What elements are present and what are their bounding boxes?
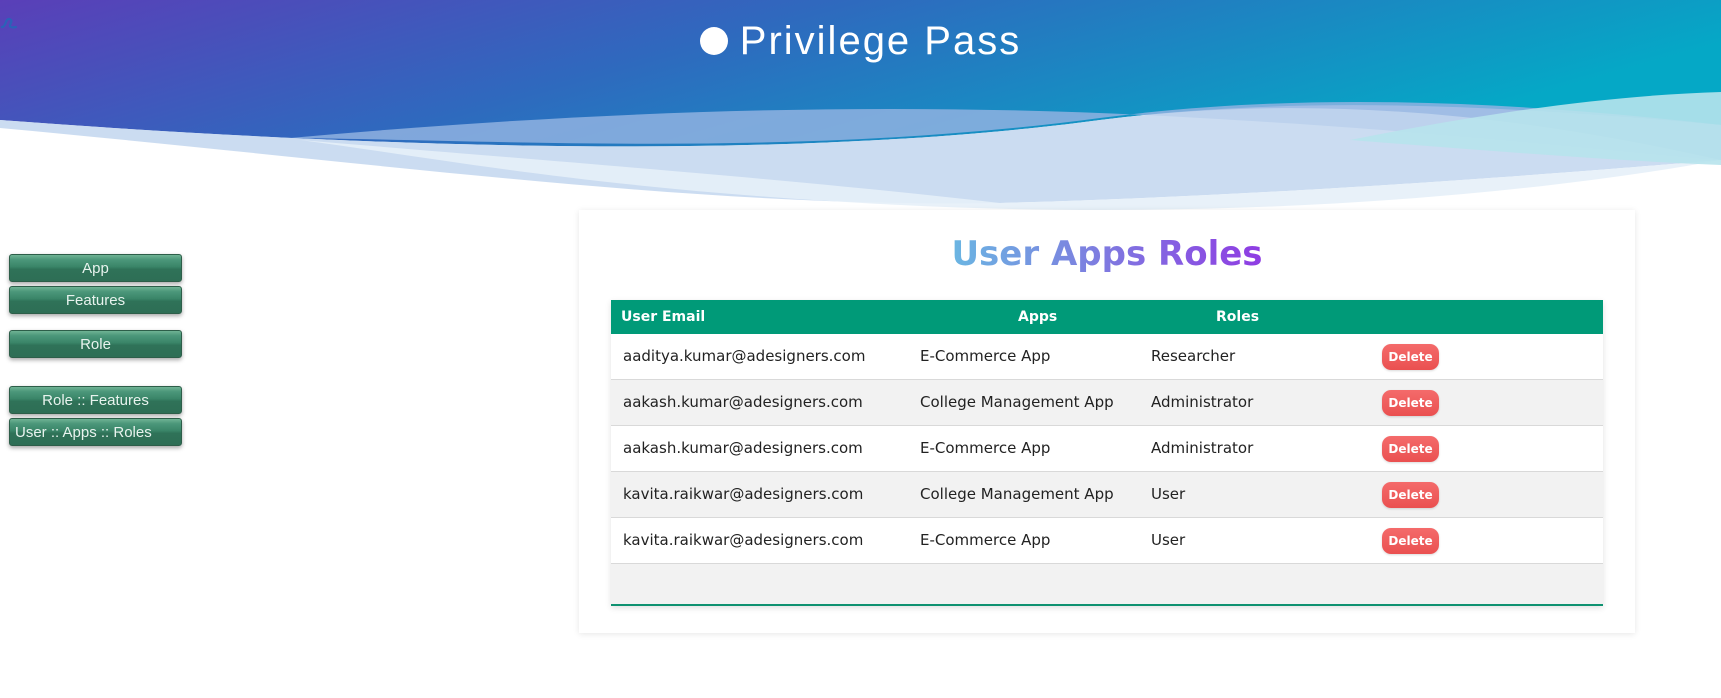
user-apps-roles-table: User Email Apps Roles aaditya.kumar@ades… bbox=[611, 300, 1603, 606]
cell-email: kavita.raikwar@adesigners.com bbox=[623, 531, 864, 549]
brand-logo-icon bbox=[0, 17, 728, 55]
delete-button[interactable]: Delete bbox=[1382, 344, 1439, 370]
header-banner: Privilege Pass bbox=[0, 0, 1721, 210]
sidebar-item-app[interactable]: App bbox=[9, 254, 182, 282]
column-header-apps: Apps bbox=[1018, 309, 1058, 325]
cell-role: User bbox=[1151, 531, 1186, 549]
table-row: aaditya.kumar@adesigners.com E-Commerce … bbox=[611, 334, 1603, 380]
table-row: kavita.raikwar@adesigners.com College Ma… bbox=[611, 472, 1603, 518]
table-footer bbox=[611, 564, 1603, 604]
sidebar-item-features[interactable]: Features bbox=[9, 286, 182, 314]
cell-role: Administrator bbox=[1151, 393, 1254, 411]
column-header-user-email: User Email bbox=[621, 309, 706, 325]
cell-email: kavita.raikwar@adesigners.com bbox=[623, 485, 864, 503]
cell-role: Researcher bbox=[1151, 347, 1236, 365]
cell-email: aakash.kumar@adesigners.com bbox=[623, 439, 863, 457]
sidebar-item-role-features[interactable]: Role :: Features bbox=[9, 386, 182, 414]
cell-role: Administrator bbox=[1151, 439, 1254, 457]
cell-app: E-Commerce App bbox=[920, 347, 1051, 365]
delete-button[interactable]: Delete bbox=[1382, 528, 1439, 554]
delete-button[interactable]: Delete bbox=[1382, 390, 1439, 416]
cell-app: College Management App bbox=[920, 393, 1114, 411]
table-header: User Email Apps Roles bbox=[611, 300, 1603, 334]
cell-role: User bbox=[1151, 485, 1186, 503]
cell-email: aakash.kumar@adesigners.com bbox=[623, 393, 863, 411]
cell-app: College Management App bbox=[920, 485, 1114, 503]
cell-app: E-Commerce App bbox=[920, 531, 1051, 549]
page-title: User Apps Roles bbox=[951, 234, 1263, 274]
column-header-roles: Roles bbox=[1216, 309, 1260, 325]
app-title: Privilege Pass bbox=[739, 18, 1022, 63]
cell-app: E-Commerce App bbox=[920, 439, 1051, 457]
delete-button[interactable]: Delete bbox=[1382, 436, 1439, 462]
brand: Privilege Pass bbox=[0, 14, 1721, 68]
sidebar-item-role[interactable]: Role bbox=[9, 330, 182, 358]
wave-logo-icon bbox=[0, 17, 18, 29]
sidebar-item-user-apps-roles[interactable]: User :: Apps :: Roles bbox=[9, 418, 182, 446]
delete-button[interactable]: Delete bbox=[1382, 482, 1439, 508]
main-card: User Apps Roles User Email Apps Roles aa… bbox=[579, 210, 1635, 633]
table-row: kavita.raikwar@adesigners.com E-Commerce… bbox=[611, 518, 1603, 564]
cell-email: aaditya.kumar@adesigners.com bbox=[623, 347, 866, 365]
table-row: aakash.kumar@adesigners.com College Mana… bbox=[611, 380, 1603, 426]
table-row: aakash.kumar@adesigners.com E-Commerce A… bbox=[611, 426, 1603, 472]
